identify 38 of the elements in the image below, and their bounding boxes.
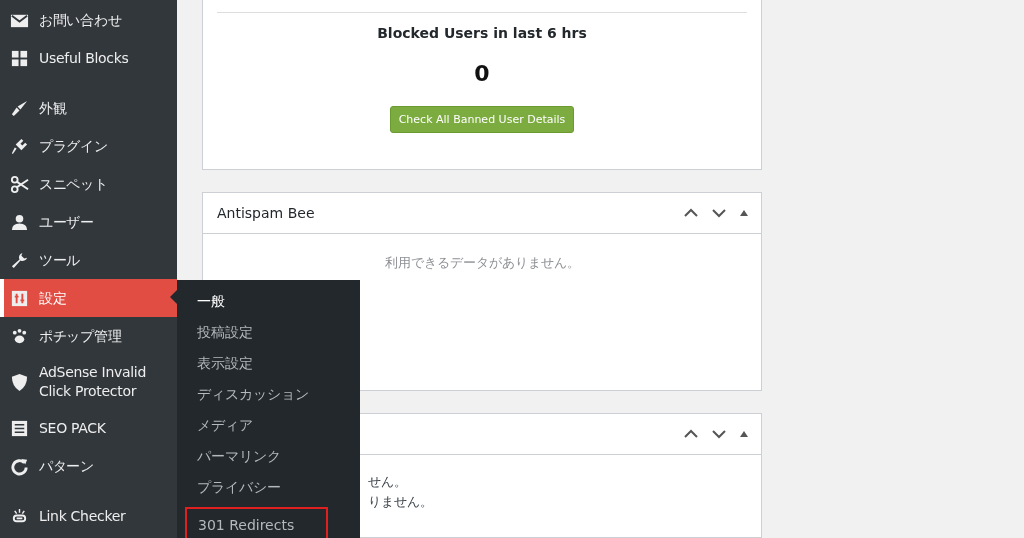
card-title: Blocked Users in last 6 hrs <box>377 25 587 41</box>
sidebar-item[interactable]: SEO PACK <box>0 409 177 447</box>
submenu-item[interactable]: メディア <box>177 414 360 445</box>
submenu-item[interactable]: プライバシー <box>177 476 360 507</box>
widget-title: Antispam Bee <box>217 204 315 221</box>
brush-icon <box>10 98 29 118</box>
submenu-item[interactable]: ディスカッション <box>177 383 360 414</box>
widget-text: せん。 <box>368 473 407 492</box>
sidebar-item[interactable]: 外観 <box>0 89 177 127</box>
sidebar-item[interactable]: ツール <box>0 241 177 279</box>
paw-icon <box>10 326 29 346</box>
widget-text: りません。 <box>368 493 433 512</box>
sidebar-item[interactable]: スニペット <box>0 165 177 203</box>
sidebar-item[interactable]: パターン <box>0 447 177 485</box>
refresh-icon <box>10 456 29 476</box>
list-icon <box>10 418 29 438</box>
sliders-icon <box>10 288 29 308</box>
sidebar-item[interactable]: プラグイン <box>0 127 177 165</box>
grid-icon <box>10 48 29 68</box>
submenu-item[interactable]: パーマリンク <box>177 445 360 476</box>
user-icon <box>10 212 29 232</box>
sidebar-item[interactable]: Useful Blocks <box>0 39 177 77</box>
sidebar-item[interactable]: ユーザー <box>0 203 177 241</box>
scissors-icon <box>10 174 29 194</box>
sidebar-item[interactable]: お問い合わせ <box>0 1 177 39</box>
submenu-item[interactable]: 一般 <box>177 290 360 321</box>
empty-message: 利用できるデータがありません。 <box>384 254 580 270</box>
sidebar-item[interactable]: ポチップ管理 <box>0 317 177 355</box>
submenu-item[interactable]: 投稿設定 <box>177 321 360 352</box>
sidebar-item[interactable]: Link Checker <box>0 497 177 535</box>
collapse-icon[interactable] <box>739 429 749 440</box>
sidebar-item[interactable]: AdSense Invalid Click Protector <box>0 355 177 409</box>
submenu-item[interactable]: 表示設定 <box>177 352 360 383</box>
blocked-count: 0 <box>474 61 490 86</box>
shield-icon <box>10 372 29 392</box>
submenu-item[interactable]: 301 Redirects <box>185 507 328 538</box>
sidebar-item[interactable]: 設定 <box>0 279 177 317</box>
wrench-icon <box>10 250 29 270</box>
